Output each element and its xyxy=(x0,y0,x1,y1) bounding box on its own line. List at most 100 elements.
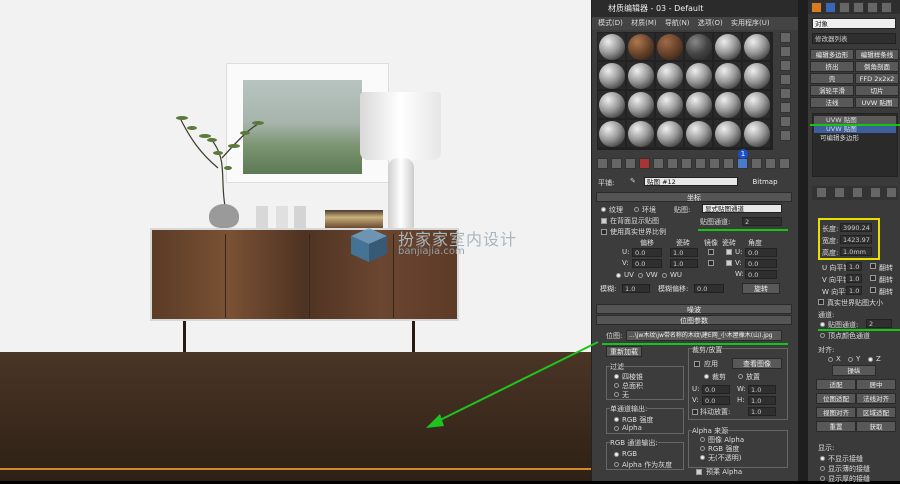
map-channel-radio[interactable] xyxy=(820,322,825,327)
apply-checkbox[interactable] xyxy=(694,361,700,367)
fit-button[interactable]: 适配 xyxy=(816,379,856,390)
put-to-scene-icon[interactable] xyxy=(611,158,622,169)
bitmap-path-button[interactable]: ...\jw木纹\jw带名称的木纹\建E网_小木屋橡木(山).jpg xyxy=(626,330,782,341)
u-offset-field[interactable]: 0.0 xyxy=(632,248,662,257)
menu-material[interactable]: 材质(M) xyxy=(631,19,657,27)
sample-slot[interactable] xyxy=(597,61,626,90)
sample-slot[interactable] xyxy=(626,119,655,148)
show-map-icon[interactable] xyxy=(709,158,720,169)
sample-slot[interactable] xyxy=(655,61,684,90)
v-offset-field[interactable]: 0.0 xyxy=(632,259,662,268)
options-icon[interactable] xyxy=(780,116,791,127)
make-unique-icon[interactable] xyxy=(852,187,863,198)
rgb-radio[interactable] xyxy=(614,452,619,457)
sample-slot[interactable] xyxy=(742,90,771,119)
manipulate-button[interactable]: 操纵 xyxy=(832,365,876,376)
crop-radio[interactable] xyxy=(704,374,709,379)
align-x-radio[interactable] xyxy=(828,357,833,362)
uv-tiling-icon[interactable] xyxy=(780,74,791,85)
noise-rollout[interactable]: 噪波 xyxy=(596,304,792,314)
rotate-button[interactable]: 旋转 xyxy=(742,283,780,294)
edit-spline-button[interactable]: 编辑样条线 xyxy=(855,49,899,60)
sample-slot[interactable] xyxy=(626,61,655,90)
get-material-icon[interactable] xyxy=(597,158,608,169)
u-flip-checkbox[interactable] xyxy=(870,263,876,269)
uv-radio[interactable] xyxy=(616,273,621,278)
premult-checkbox[interactable] xyxy=(696,469,702,475)
u-tile-field[interactable]: 1.0 xyxy=(846,262,862,271)
uvw-map-button[interactable]: UVW 贴图 xyxy=(855,97,899,108)
no-filter-radio[interactable] xyxy=(614,392,619,397)
utilities-tab-icon[interactable] xyxy=(881,2,892,13)
blur-field[interactable]: 1.0 xyxy=(622,284,650,293)
sample-slot[interactable] xyxy=(742,32,771,61)
video-check-icon[interactable] xyxy=(780,88,791,99)
sample-slot[interactable] xyxy=(684,90,713,119)
edit-poly-button[interactable]: 编辑多边形 xyxy=(810,49,854,60)
sample-slot[interactable] xyxy=(684,32,713,61)
center-button[interactable]: 居中 xyxy=(856,379,896,390)
texture-radio[interactable] xyxy=(601,207,606,212)
motion-tab-icon[interactable] xyxy=(853,2,864,13)
u-tiling-field[interactable]: 1.0 xyxy=(670,248,698,257)
coordinates-rollout[interactable]: 坐标 xyxy=(596,192,792,202)
remove-modifier-icon[interactable] xyxy=(870,187,881,198)
backlight-icon[interactable] xyxy=(780,46,791,57)
object-name-field[interactable]: 对象 xyxy=(812,18,896,29)
w-angle-field[interactable]: 0.0 xyxy=(745,270,777,279)
go-to-parent-icon[interactable] xyxy=(751,158,762,169)
v-tile-field[interactable]: 1.0 xyxy=(846,274,862,283)
channel-field[interactable]: 2 xyxy=(742,217,782,226)
environ-radio[interactable] xyxy=(634,207,639,212)
w-flip-checkbox[interactable] xyxy=(870,287,876,293)
view-align-button[interactable]: 视图对齐 xyxy=(816,407,856,418)
extrude-button[interactable]: 挤出 xyxy=(810,61,854,72)
menu-utilities[interactable]: 实用程序(U) xyxy=(731,19,770,27)
place-radio[interactable] xyxy=(738,374,743,379)
blur-offset-field[interactable]: 0.0 xyxy=(694,284,724,293)
jitter-field[interactable]: 1.0 xyxy=(748,407,776,416)
u-tile-checkbox[interactable] xyxy=(726,249,732,255)
sample-slot[interactable] xyxy=(713,119,742,148)
normal-align-button[interactable]: 法线对齐 xyxy=(856,393,896,404)
assign-material-icon[interactable] xyxy=(625,158,636,169)
align-z-radio[interactable] xyxy=(868,357,873,362)
sample-slot[interactable] xyxy=(597,32,626,61)
put-to-library-icon[interactable] xyxy=(681,158,692,169)
summed-area-radio[interactable] xyxy=(614,383,619,388)
eyedropper-icon[interactable]: ✎ xyxy=(630,177,640,186)
no-seams-radio[interactable] xyxy=(820,456,825,461)
acquire-button[interactable]: 获取 xyxy=(856,421,896,432)
sample-type-icon[interactable] xyxy=(780,32,791,43)
four-point-radio[interactable] xyxy=(614,374,619,379)
sample-slot[interactable] xyxy=(742,119,771,148)
show-end-result-icon[interactable] xyxy=(737,158,748,169)
make-preview-icon[interactable] xyxy=(780,102,791,113)
rgb-intensity-radio[interactable] xyxy=(614,417,619,422)
vw-radio[interactable] xyxy=(638,273,643,278)
map-type-button[interactable]: Bitmap xyxy=(740,176,790,187)
sample-slot[interactable] xyxy=(713,32,742,61)
crop-h-field[interactable]: 1.0 xyxy=(748,396,776,405)
modify-tab-icon[interactable] xyxy=(825,2,836,13)
sample-slot[interactable] xyxy=(626,32,655,61)
crop-v-field[interactable]: 0.0 xyxy=(702,396,730,405)
u-angle-field[interactable]: 0.0 xyxy=(745,248,777,257)
normal-button[interactable]: 法线 xyxy=(810,97,854,108)
show-back-checkbox[interactable] xyxy=(601,218,607,224)
sample-slot[interactable] xyxy=(713,90,742,119)
sample-slot[interactable] xyxy=(655,90,684,119)
slice-button[interactable]: 切片 xyxy=(855,85,899,96)
stack-item-editable-poly[interactable]: 可编辑多边形 xyxy=(814,134,896,142)
menu-mode[interactable]: 模式(D) xyxy=(598,19,623,27)
jitter-checkbox[interactable] xyxy=(692,409,698,415)
image-alpha-radio[interactable] xyxy=(700,437,705,442)
bitmap-fit-button[interactable]: 位图适配 xyxy=(816,393,856,404)
reload-button[interactable]: 重新加载 xyxy=(606,346,642,357)
vertex-color-radio[interactable] xyxy=(820,333,825,338)
menu-navigation[interactable]: 导航(N) xyxy=(665,19,690,27)
pick-material-icon[interactable] xyxy=(779,158,790,169)
thin-seams-radio[interactable] xyxy=(820,466,825,471)
modifier-list-dropdown[interactable]: 修改器列表 xyxy=(812,33,896,44)
reset-icon[interactable] xyxy=(639,158,650,169)
